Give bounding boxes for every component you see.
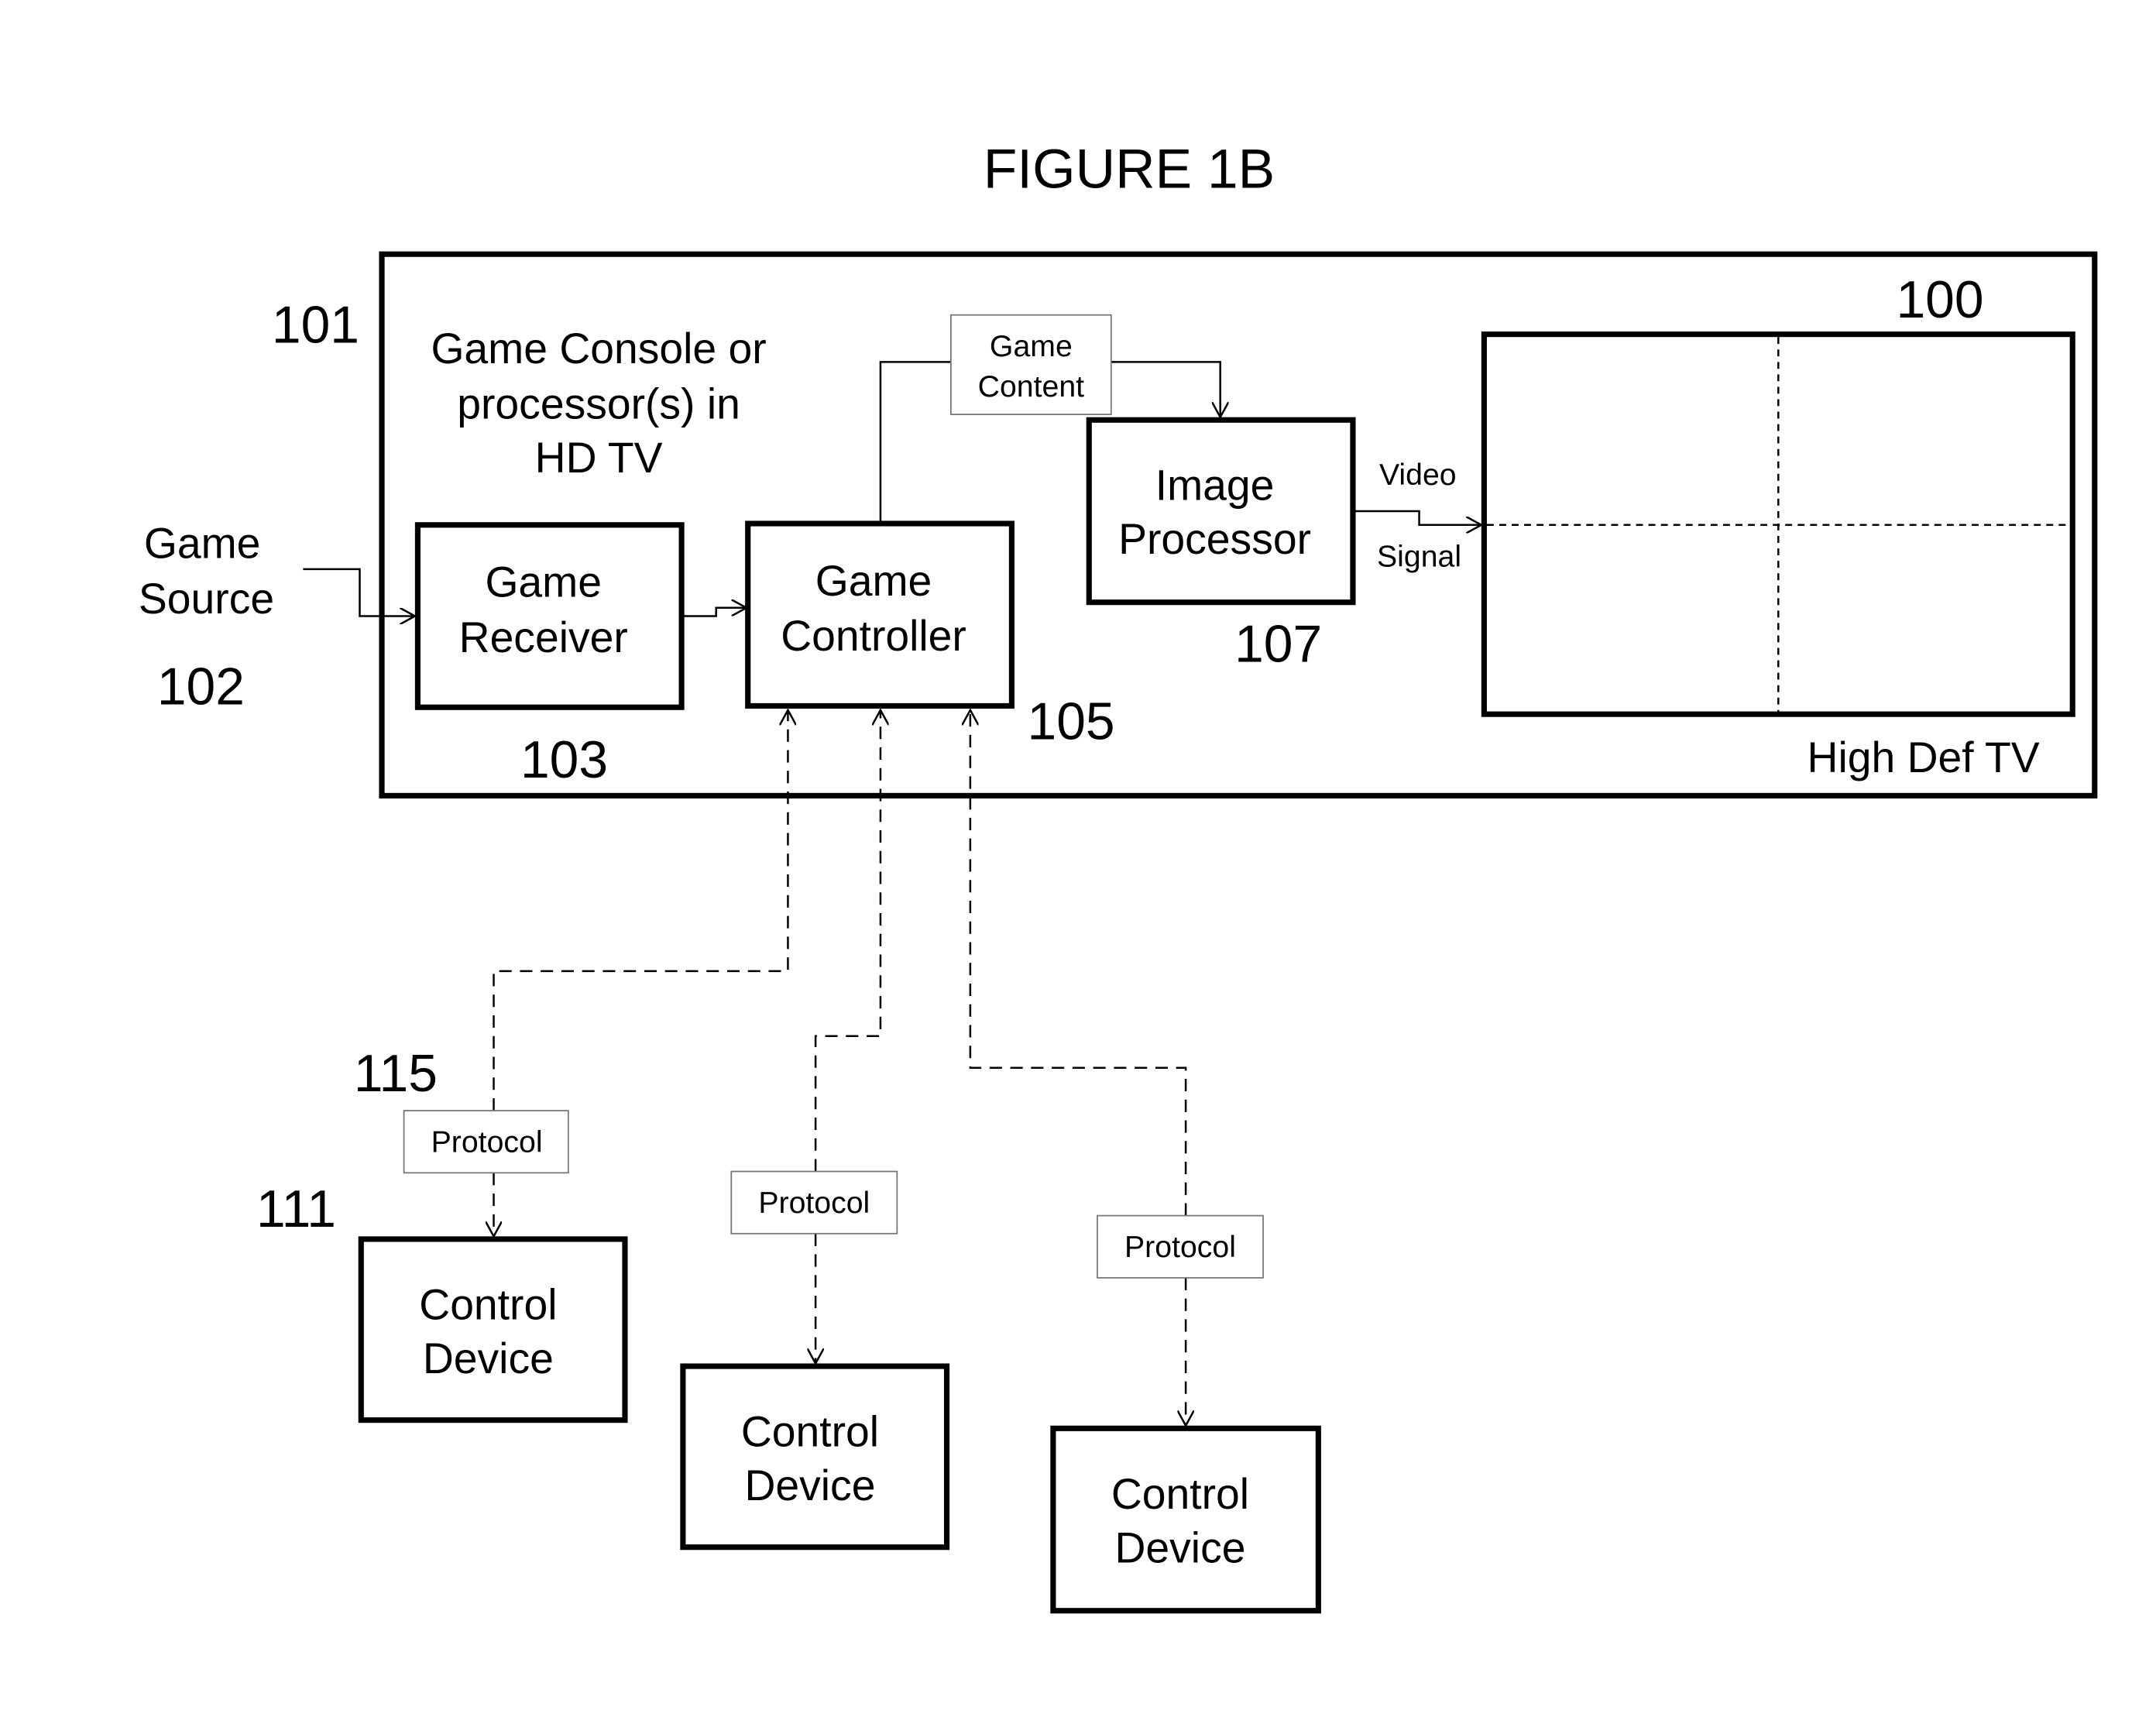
- protocol-tag-2-label: Protocol: [758, 1186, 870, 1220]
- console-label-line2: processor(s) in: [457, 379, 740, 428]
- control-device-1-line2: Device: [423, 1334, 554, 1382]
- game-content-line1: Game: [990, 329, 1073, 363]
- game-source-line2: Source: [139, 575, 274, 623]
- game-receiver-line2: Receiver: [459, 613, 628, 661]
- image-processor-line2: Processor: [1118, 515, 1311, 563]
- ref-102: 102: [157, 658, 245, 716]
- control-device-3: [1050, 1425, 1321, 1614]
- video-signal-line1: Video: [1379, 458, 1457, 492]
- protocol-tag-1-label: Protocol: [431, 1125, 543, 1159]
- ref-100: 100: [1896, 271, 1983, 329]
- game-receiver-line1: Game: [485, 558, 602, 606]
- console-label-line3: HD TV: [535, 434, 663, 482]
- image-processor-line1: Image: [1155, 462, 1275, 510]
- game-source-line1: Game: [144, 520, 261, 568]
- video-signal-line2: Signal: [1377, 539, 1461, 573]
- protocol-tag-3-label: Protocol: [1124, 1230, 1236, 1264]
- game-controller-line2: Controller: [781, 612, 966, 660]
- ref-101: 101: [272, 296, 359, 354]
- control-device-2-line2: Device: [744, 1461, 875, 1509]
- game-controller-line1: Game: [815, 557, 932, 605]
- image-processor-box: [1086, 417, 1356, 606]
- tv-label: High Def TV: [1808, 733, 2040, 781]
- ref-115: 115: [354, 1045, 438, 1103]
- control-device-2-line1: Control: [741, 1407, 879, 1455]
- control-device-3-line2: Device: [1114, 1523, 1245, 1571]
- ref-103: 103: [520, 731, 608, 789]
- ref-105: 105: [1028, 692, 1115, 750]
- control-device-3-line1: Control: [1111, 1470, 1249, 1518]
- ref-111: 111: [256, 1180, 336, 1238]
- figure-title: FIGURE 1B: [984, 139, 1275, 201]
- ref-107: 107: [1234, 615, 1322, 673]
- control-device-1: [358, 1236, 628, 1424]
- patent-diagram: FIGURE 1B 101 Game Console or processor(…: [139, 139, 2098, 1614]
- control-device-1-line1: Control: [419, 1280, 557, 1328]
- control-device-2: [680, 1363, 950, 1551]
- console-label-line1: Game Console or: [431, 325, 766, 373]
- game-content-line2: Content: [978, 369, 1085, 404]
